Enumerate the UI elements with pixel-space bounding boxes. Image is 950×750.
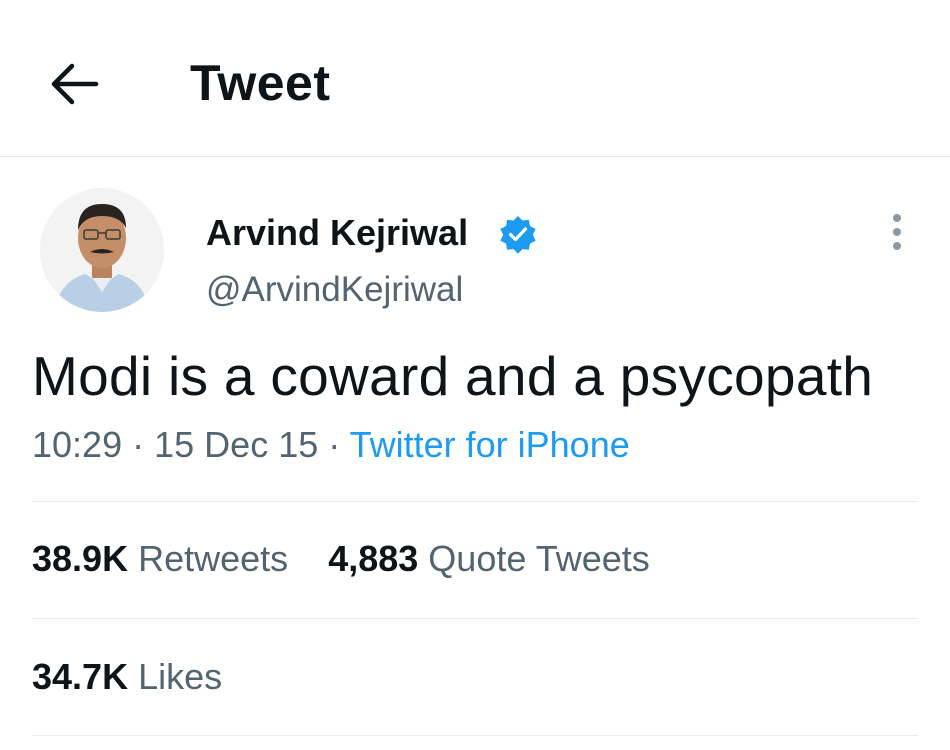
divider (32, 735, 918, 736)
likes-label: Likes (138, 656, 223, 697)
quote-tweets-label: Quote Tweets (428, 538, 650, 579)
quote-tweets-count: 4,883 (328, 538, 419, 579)
author-name[interactable]: Arvind Kejriwal (206, 212, 468, 254)
meta-separator: · (132, 424, 145, 465)
avatar-image (40, 188, 164, 312)
meta-separator: · (328, 424, 341, 465)
divider (32, 501, 918, 502)
engagement-stats: 38.9K Retweets 4,883 Quote Tweets (32, 538, 680, 580)
back-button[interactable] (44, 58, 104, 110)
verified-badge-icon (500, 216, 536, 254)
retweets-label: Retweets (138, 538, 289, 579)
likes-count: 34.7K (32, 656, 129, 697)
avatar[interactable] (40, 188, 164, 312)
divider (32, 618, 918, 619)
tweet-meta: 10:29 · 15 Dec 15 · Twitter for iPhone (32, 424, 630, 466)
tweet-time[interactable]: 10:29 (32, 424, 122, 465)
quote-tweets-stat[interactable]: 4,883 Quote Tweets (328, 538, 650, 579)
author-handle[interactable]: @ArvindKejriwal (206, 270, 463, 310)
header-divider (0, 156, 950, 157)
retweets-stat[interactable]: 38.9K Retweets (32, 538, 288, 579)
retweets-count: 38.9K (32, 538, 129, 579)
likes-stats: 34.7K Likes (32, 656, 252, 698)
tweet-source-link[interactable]: Twitter for iPhone (350, 424, 630, 465)
more-vertical-icon (893, 228, 901, 236)
more-options-button[interactable] (880, 212, 914, 252)
page-title: Tweet (190, 55, 331, 111)
tweet-text: Modi is a coward and a psycopath (32, 345, 874, 407)
more-vertical-icon (893, 242, 901, 250)
more-vertical-icon (893, 214, 901, 222)
top-bar: Tweet (0, 0, 950, 156)
likes-stat[interactable]: 34.7K Likes (32, 656, 222, 697)
tweet-date[interactable]: 15 Dec 15 (154, 424, 318, 465)
arrow-left-icon (51, 63, 99, 105)
